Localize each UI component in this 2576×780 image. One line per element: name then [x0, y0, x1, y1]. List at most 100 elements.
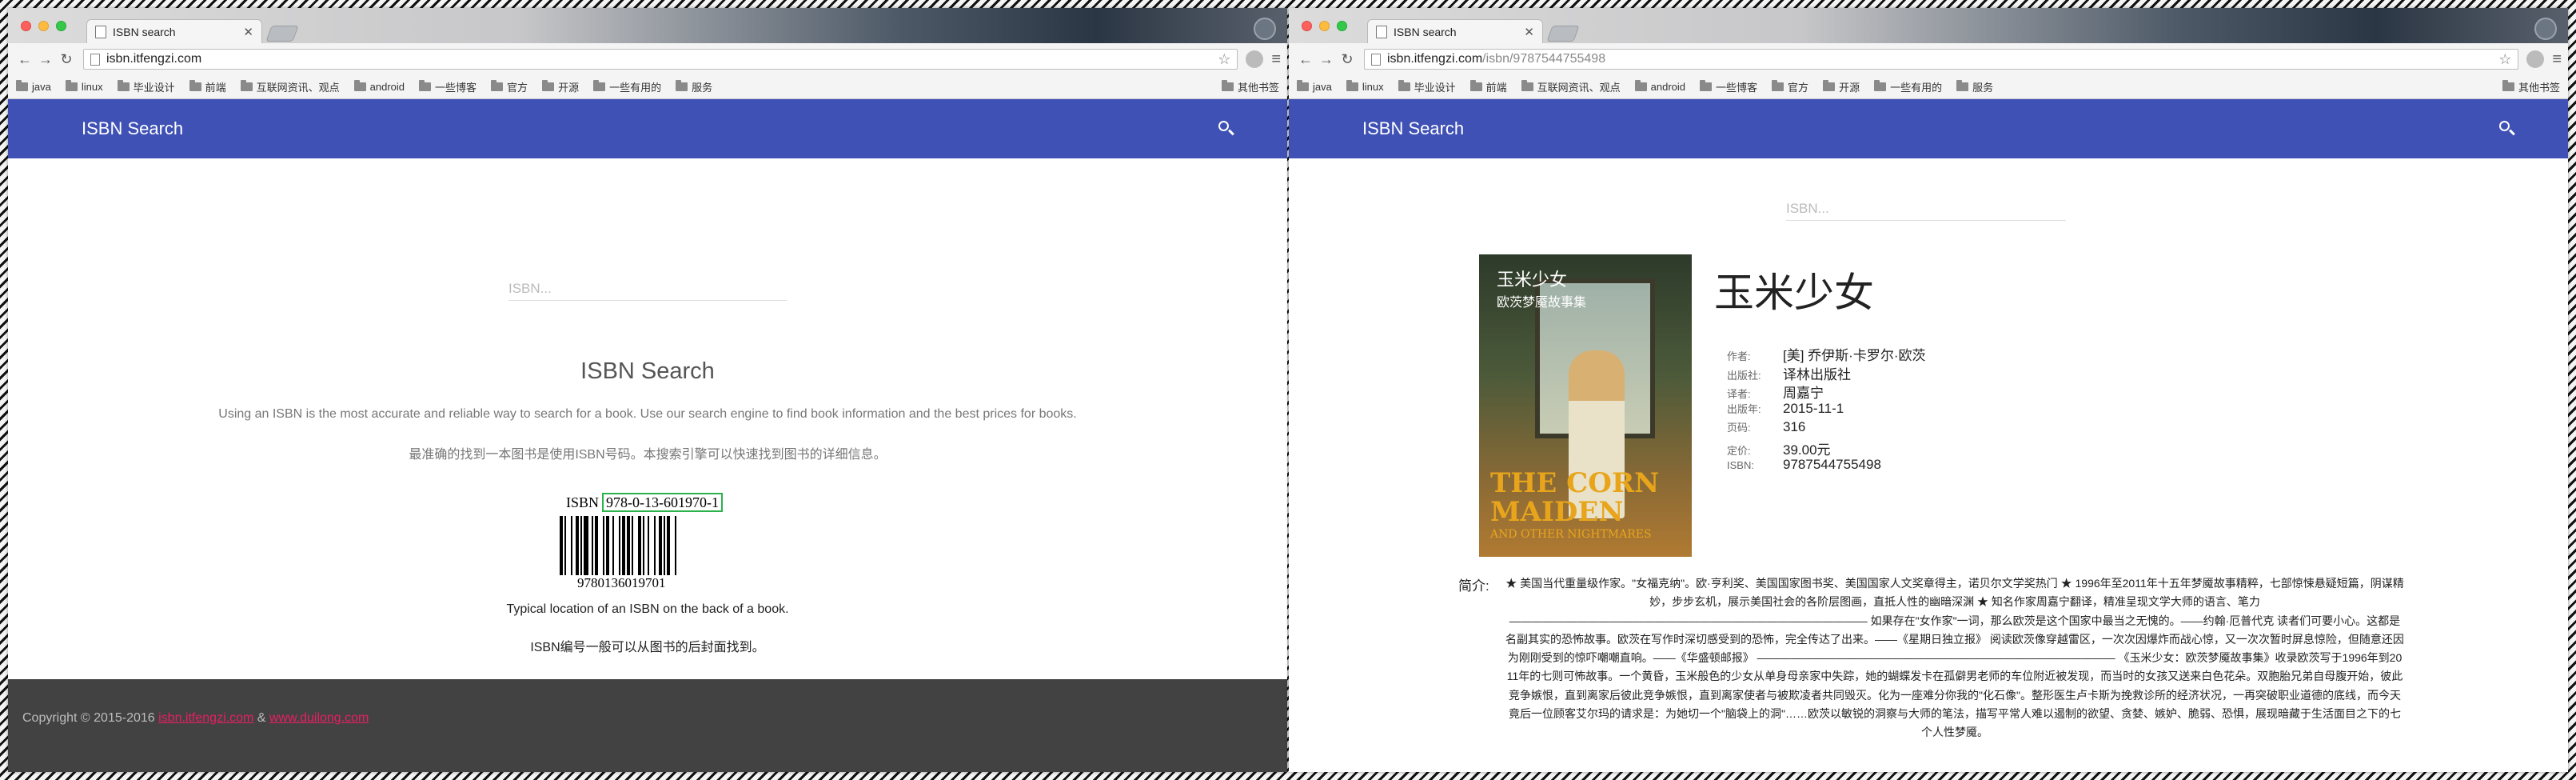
folder-icon [491, 80, 504, 91]
app-title[interactable]: ISBN Search [82, 118, 183, 139]
browser-tab[interactable]: ISBN search ✕ [86, 19, 262, 43]
profile-avatar[interactable] [1254, 18, 1276, 40]
book-title: 玉米少女 [1714, 270, 1874, 316]
hero-description-en: Using an ISBN is the most accurate and r… [218, 407, 1077, 421]
address-bar[interactable]: isbn.itfengzi.com /isbn/9787544755498 ☆ [1364, 49, 2519, 70]
close-tab-icon[interactable]: ✕ [243, 25, 253, 39]
barcode-digits: 9780136019701 [577, 575, 666, 590]
meta-label: 出版社: [1727, 369, 1761, 382]
bookmark-folder[interactable]: linux [1346, 80, 1384, 93]
bookmark-folder[interactable]: 一些博客 [1700, 79, 1757, 94]
bookmark-folder[interactable]: 毕业设计 [1398, 79, 1456, 94]
meta-label: ISBN: [1727, 459, 1754, 471]
bookmark-folder[interactable]: android [353, 80, 405, 93]
folder-icon [1956, 80, 1969, 91]
forward-arrow-icon[interactable]: → [35, 51, 56, 68]
other-bookmarks[interactable]: 其他书签 [1221, 79, 1279, 94]
folder-icon [2502, 80, 2514, 91]
title-bar: ISBN search ✕ [8, 8, 1287, 43]
bookmark-folder[interactable]: java [1297, 80, 1332, 93]
folder-icon [542, 80, 555, 91]
zoom-window-button[interactable] [1337, 21, 1347, 31]
other-bookmarks[interactable]: 其他书签 [2502, 79, 2560, 94]
cover-subtitle-en: AND OTHER NIGHTMARES [1490, 528, 1652, 541]
folder-icon [1346, 80, 1358, 91]
search-icon[interactable] [1217, 119, 1236, 138]
bookmark-folder[interactable]: 服务 [676, 79, 712, 94]
folder-icon [189, 80, 201, 91]
meta-value: 译林出版社 [1783, 366, 1851, 382]
bookmark-folder[interactable]: 开源 [1823, 79, 1860, 94]
close-window-button[interactable] [1302, 21, 1312, 31]
back-arrow-icon[interactable]: ← [1295, 51, 1316, 68]
extension-icon[interactable] [2526, 50, 2545, 68]
profile-avatar[interactable] [2534, 18, 2557, 40]
hero-description-zh: 最准确的找到一本图书是使用ISBN号码。本搜索引擎可以快速找到图书的详细信息。 [409, 448, 887, 462]
reload-icon[interactable]: ↻ [56, 51, 77, 68]
bookmark-folder[interactable]: 毕业设计 [117, 79, 175, 94]
bookmark-label: 服务 [692, 82, 713, 94]
back-arrow-icon[interactable]: ← [14, 51, 35, 68]
bookmark-folder[interactable]: 前端 [1469, 79, 1507, 94]
bookmark-folder[interactable]: java [16, 80, 51, 93]
cover-subtitle-cn: 欧茨梦魇故事集 [1497, 294, 1587, 310]
bookmark-folder[interactable]: linux [65, 80, 103, 93]
page-icon [90, 53, 100, 66]
app-bar: ISBN Search [8, 99, 1287, 158]
footer-link-itfengzi[interactable]: isbn.itfengzi.com [158, 711, 253, 725]
folder-icon [1469, 80, 1482, 91]
folder-icon [1700, 80, 1713, 91]
footer-link-duilong[interactable]: www.duilong.com [269, 711, 369, 725]
bookmark-folder[interactable]: 一些有用的 [1874, 79, 1942, 94]
zoom-window-button[interactable] [56, 21, 66, 31]
minimize-window-button[interactable] [38, 21, 49, 31]
meta-value: [美] 乔伊斯·卡罗尔·欧茨 [1783, 348, 1926, 363]
new-tab-button[interactable] [1546, 26, 1580, 42]
app-title[interactable]: ISBN Search [1362, 118, 1464, 139]
barcode-header: ISBN 978-0-13-601970-1 [528, 493, 768, 512]
bookmark-folder[interactable]: android [1634, 80, 1685, 93]
folder-icon [593, 80, 606, 91]
browser-tab[interactable]: ISBN search ✕ [1367, 19, 1543, 43]
extension-icon[interactable] [1246, 50, 1264, 68]
folder-icon [1297, 80, 1309, 91]
star-icon[interactable]: ☆ [2498, 51, 2511, 68]
folder-icon [16, 80, 28, 91]
book-summary: 简介: ★ 美国当代重量级作家。"女福克纳"。欧·亨利奖、美国国家图书奖、美国国… [1458, 574, 2405, 742]
barcode-caption-zh: ISBN编号一般可以从图书的后封面找到。 [530, 641, 765, 654]
isbn-search-input[interactable] [1786, 197, 2066, 221]
bookmark-label: android [369, 81, 405, 93]
book-metadata: 作者: [美] 乔伊斯·卡罗尔·欧茨 出版社: 译林出版社 译者: 周嘉宁 出版年: 2… [1727, 344, 1926, 476]
star-icon[interactable]: ☆ [1218, 51, 1230, 68]
bookmark-folder[interactable]: 服务 [1956, 79, 1993, 94]
minimize-window-button[interactable] [1319, 21, 1330, 31]
forward-arrow-icon[interactable]: → [1316, 51, 1337, 68]
address-bar[interactable]: isbn.itfengzi.com ☆ [83, 49, 1238, 70]
bookmark-folder[interactable]: 互联网资讯、观点 [240, 79, 340, 94]
bookmark-folder[interactable]: 官方 [1772, 79, 1808, 94]
bookmark-folder[interactable]: 前端 [189, 79, 226, 94]
hamburger-menu-icon[interactable]: ≡ [1271, 50, 1281, 69]
barcode-isbn-number: 978-0-13-601970-1 [602, 493, 723, 512]
bookmark-folder[interactable]: 开源 [542, 79, 579, 94]
bookmark-folder[interactable]: 互联网资讯、观点 [1521, 79, 1621, 94]
new-tab-button[interactable] [265, 26, 299, 42]
site-footer: Copyright © 2015-2016 isbn.itfengzi.com … [8, 679, 1287, 772]
close-window-button[interactable] [21, 21, 31, 31]
folder-icon [1221, 80, 1234, 91]
meta-label: 定价: [1727, 444, 1751, 457]
hamburger-menu-icon[interactable]: ≡ [2552, 50, 2562, 69]
meta-value: 周嘉宁 [1783, 386, 1824, 401]
meta-label: 译者: [1727, 388, 1751, 400]
bookmark-folder[interactable]: 一些有用的 [593, 79, 661, 94]
reload-icon[interactable]: ↻ [1337, 51, 1358, 68]
bookmark-label: 前端 [1485, 82, 1507, 94]
summary-label: 简介: [1458, 578, 1489, 594]
app-bar: ISBN Search [1289, 99, 2568, 158]
bookmark-folder[interactable]: 官方 [491, 79, 528, 94]
isbn-search-input[interactable] [508, 277, 787, 301]
bookmark-folder[interactable]: 一些博客 [419, 79, 477, 94]
close-tab-icon[interactable]: ✕ [1524, 25, 1534, 39]
search-icon[interactable] [2498, 119, 2517, 138]
bookmark-label: 一些有用的 [609, 82, 662, 94]
